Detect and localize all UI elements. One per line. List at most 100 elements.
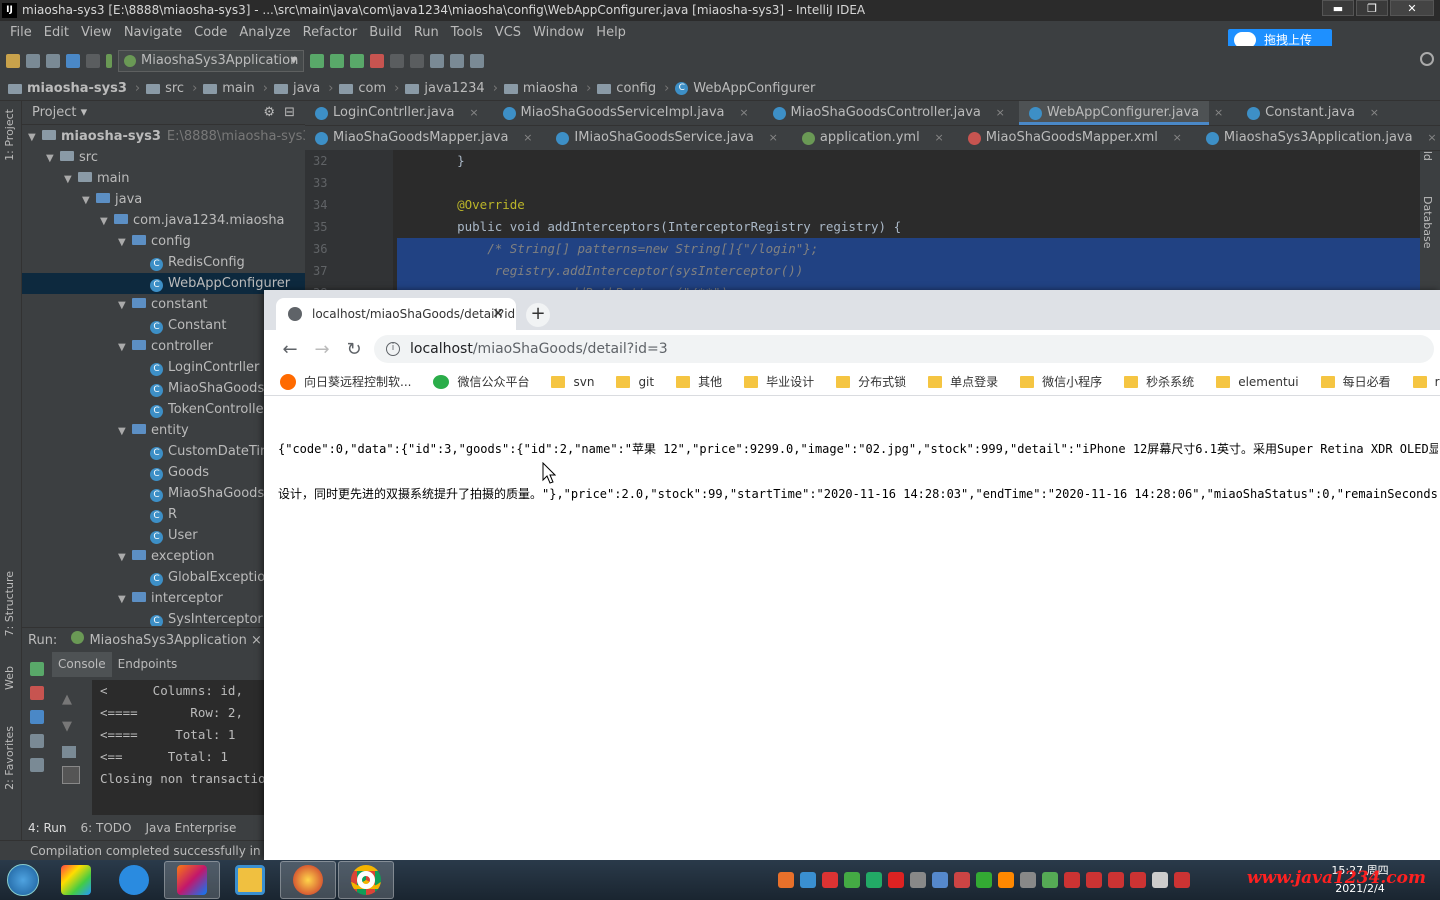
run-app-tab[interactable]: MiaoshaSys3Application × bbox=[71, 631, 262, 648]
collapse-icon[interactable]: ⊟ bbox=[284, 101, 295, 125]
close-tab-icon[interactable]: × bbox=[1173, 126, 1182, 150]
tab-structure[interactable]: 7: Structure bbox=[3, 571, 16, 636]
tray-app-icon[interactable] bbox=[800, 872, 816, 888]
bookmark-item[interactable]: elementui bbox=[1216, 375, 1299, 389]
expand-arrow-icon[interactable]: ▼ bbox=[82, 190, 96, 211]
taskbar-app-2[interactable] bbox=[106, 861, 162, 899]
tray-app-icon[interactable] bbox=[1020, 872, 1036, 888]
expand-arrow-icon[interactable]: ▼ bbox=[118, 295, 132, 316]
rerun-icon[interactable] bbox=[310, 54, 324, 68]
bookmark-item[interactable]: 单点登录 bbox=[928, 373, 998, 390]
tree-item-webappconfigurer[interactable]: C WebAppConfigurer bbox=[22, 273, 305, 294]
tree-item-miaoshagoods[interactable]: C MiaoShaGoods bbox=[22, 483, 305, 504]
chevron-down-icon[interactable]: ▾ bbox=[81, 105, 88, 120]
coverage-icon[interactable] bbox=[350, 54, 364, 68]
editor-tab[interactable]: MiaoShaGoodsMapper.xml × bbox=[958, 126, 1182, 150]
menu-item-help[interactable]: Help bbox=[590, 25, 632, 40]
tree-item-constant[interactable]: ▼ constant bbox=[22, 294, 305, 315]
menu-item-refactor[interactable]: Refactor bbox=[297, 25, 364, 40]
tab-console[interactable]: Console bbox=[52, 652, 112, 677]
tree-item-miaosha-sys3[interactable]: ▼ miaosha-sys3 E:\8888\miaosha-sys3 bbox=[22, 126, 305, 147]
close-tab-icon[interactable]: × bbox=[769, 126, 778, 150]
menu-item-window[interactable]: Window bbox=[527, 25, 590, 40]
tray-app-icon[interactable] bbox=[1086, 872, 1102, 888]
taskbar-app-4[interactable] bbox=[222, 861, 278, 899]
browser-tab[interactable]: localhost/miaoShaGoods/detail?id=3 ✕ bbox=[276, 298, 516, 330]
bookmark-item[interactable]: git bbox=[616, 375, 654, 389]
breadcrumb-item[interactable]: config bbox=[597, 81, 656, 96]
expand-arrow-icon[interactable]: ▼ bbox=[64, 169, 78, 190]
pause-icon[interactable] bbox=[30, 710, 44, 724]
editor-tab[interactable]: MiaoShaGoodsController.java × bbox=[763, 101, 1005, 125]
tray-app-icon[interactable] bbox=[1042, 872, 1058, 888]
bookmark-item[interactable]: 微信公众平台 bbox=[433, 373, 529, 390]
address-bar[interactable]: i localhost/miaoShaGoods/detail?id=3 bbox=[374, 335, 1434, 363]
menu-item-navigate[interactable]: Navigate bbox=[118, 25, 188, 40]
scroll-to-end-icon[interactable] bbox=[62, 766, 80, 784]
menu-item-file[interactable]: File bbox=[4, 25, 38, 40]
menu-item-analyze[interactable]: Analyze bbox=[233, 25, 296, 40]
scroll-down-icon[interactable]: ▼ bbox=[62, 719, 78, 734]
maximize-button[interactable]: ❐ bbox=[1356, 0, 1388, 16]
code-editor[interactable]: 32 33 34 35 36 37 38 } @Override public void a… bbox=[305, 150, 1420, 290]
tree-item-miaoshagoodscontroller[interactable]: CMiaoShaGoodsController bbox=[22, 378, 305, 399]
bookmark-item[interactable]: svn bbox=[551, 375, 594, 389]
editor-tab[interactable]: IMiaoShaGoodsService.java × bbox=[546, 126, 778, 150]
project-structure-icon[interactable] bbox=[430, 54, 444, 68]
taskbar-intellij[interactable] bbox=[164, 861, 220, 899]
tray-app-icon[interactable] bbox=[998, 872, 1014, 888]
tray-app-icon[interactable] bbox=[932, 872, 948, 888]
tree-item-config[interactable]: ▼ config bbox=[22, 231, 305, 252]
tree-item-user[interactable]: C User bbox=[22, 525, 305, 546]
tray-app-icon[interactable] bbox=[1130, 872, 1146, 888]
editor-tab[interactable]: application.yml × bbox=[792, 126, 944, 150]
update-icon[interactable] bbox=[390, 54, 404, 68]
tree-item-customdatetimeserializer[interactable]: CCustomDateTimeSerializer bbox=[22, 441, 305, 462]
info-icon[interactable]: i bbox=[386, 342, 400, 356]
stop-icon[interactable] bbox=[30, 686, 44, 700]
forward-arrow-icon[interactable] bbox=[86, 54, 100, 68]
code-line[interactable]: @Override bbox=[397, 194, 1420, 216]
scroll-up-icon[interactable]: ▲ bbox=[62, 692, 78, 707]
tree-item-interceptor[interactable]: ▼ interceptor bbox=[22, 588, 305, 609]
tree-item-r[interactable]: CR bbox=[22, 504, 305, 525]
debug-icon[interactable] bbox=[330, 54, 344, 68]
bookmark-item[interactable]: 每日必看 bbox=[1320, 373, 1391, 390]
pin-icon[interactable] bbox=[30, 758, 44, 772]
tray-app-icon[interactable] bbox=[954, 872, 970, 888]
tree-item-exception[interactable]: ▼ exception bbox=[22, 546, 305, 567]
tray-app-icon[interactable] bbox=[888, 872, 904, 888]
bookmark-item[interactable]: 毕业设计 bbox=[744, 373, 814, 390]
tab-todo[interactable]: 6: TODO bbox=[81, 817, 132, 839]
search-everywhere-icon[interactable] bbox=[1420, 52, 1434, 66]
code-line[interactable] bbox=[397, 172, 1420, 194]
tree-item-main[interactable]: ▼ main bbox=[22, 168, 305, 189]
project-view-selector[interactable]: Project bbox=[32, 105, 76, 120]
code-line[interactable]: .addPathPatterns("/**") bbox=[397, 282, 1420, 290]
close-tab-icon[interactable]: × bbox=[996, 101, 1005, 125]
run-config-selector[interactable]: MiaoshaSys3Application bbox=[118, 50, 304, 72]
menu-item-tools[interactable]: Tools bbox=[445, 25, 489, 40]
tree-item-globalexceptionhandler[interactable]: CGlobalExceptionHandler bbox=[22, 567, 305, 588]
breadcrumb-item[interactable]: src bbox=[146, 81, 184, 96]
tree-item-com-java1234-miaosha[interactable]: ▼ com.java1234.miaosha bbox=[22, 210, 305, 231]
save-icon[interactable] bbox=[26, 54, 40, 68]
bookmark-item[interactable]: 其他 bbox=[676, 373, 722, 390]
breadcrumb-item[interactable]: main bbox=[203, 81, 255, 96]
bookmark-item[interactable]: rabbitmq bbox=[1412, 375, 1440, 389]
tray-app-icon[interactable] bbox=[1108, 872, 1124, 888]
editor-tab[interactable]: MiaoShaGoodsServiceImpl.java × bbox=[493, 101, 749, 125]
menu-item-code[interactable]: Code bbox=[188, 25, 233, 40]
tree-item-sysinterceptor[interactable]: C SysInterceptor bbox=[22, 609, 305, 626]
tab-endpoints[interactable]: Endpoints bbox=[112, 652, 184, 677]
tree-item-constant[interactable]: C Constant bbox=[22, 315, 305, 336]
tree-item-entity[interactable]: ▼ entity bbox=[22, 420, 305, 441]
editor-tab[interactable]: LoginContrller.java × bbox=[305, 101, 479, 125]
tab-web[interactable]: Web bbox=[3, 666, 16, 690]
close-tab-icon[interactable]: × bbox=[1427, 126, 1436, 150]
breadcrumb-item[interactable]: java1234 bbox=[405, 81, 485, 96]
terminal-icon[interactable] bbox=[470, 54, 484, 68]
new-tab-button[interactable]: + bbox=[526, 303, 550, 327]
code-line[interactable]: } bbox=[397, 150, 1420, 172]
tree-item-redisconfig[interactable]: C RedisConfig bbox=[22, 252, 305, 273]
